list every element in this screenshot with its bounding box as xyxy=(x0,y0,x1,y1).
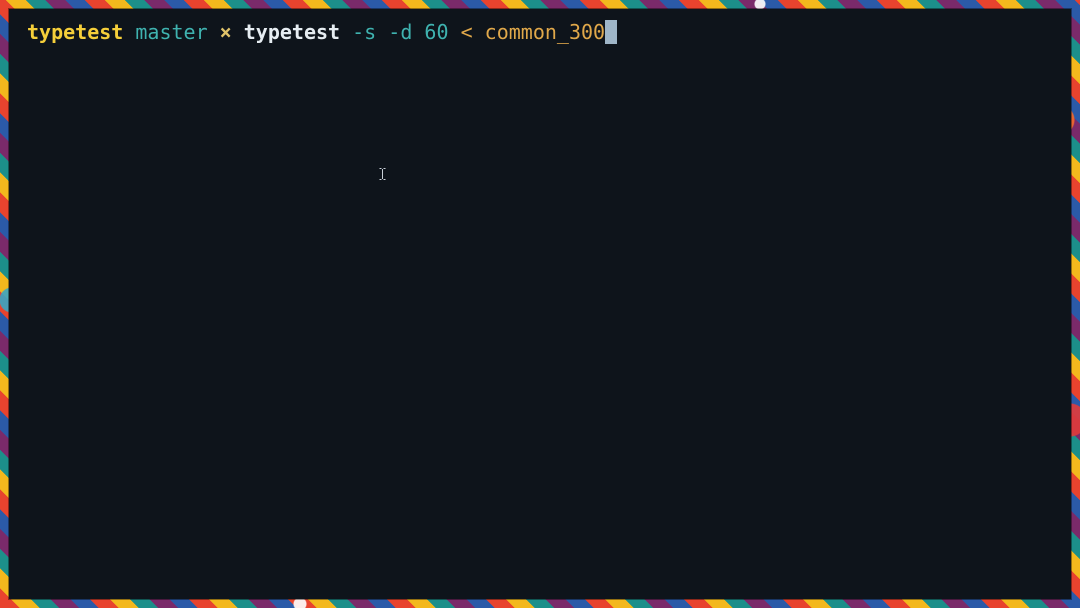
terminal-window[interactable]: typetest master × typetest -s -d 60 < co… xyxy=(9,9,1071,599)
prompt-directory: typetest xyxy=(27,20,124,44)
command-line[interactable]: typetest master × typetest -s -d 60 < co… xyxy=(27,19,618,45)
command-flag-d: -d xyxy=(388,20,413,44)
command-flag-s: -s xyxy=(352,20,377,44)
text-cursor xyxy=(605,20,618,44)
command-redirect: < xyxy=(460,20,473,44)
command-input-file: common_300 xyxy=(484,20,606,44)
command-duration: 60 xyxy=(424,20,449,44)
command-program: typetest xyxy=(243,20,341,44)
ibeam-cursor-icon xyxy=(379,168,386,180)
prompt-dirty-marker: × xyxy=(219,20,232,44)
prompt-git-branch: master xyxy=(135,20,208,44)
